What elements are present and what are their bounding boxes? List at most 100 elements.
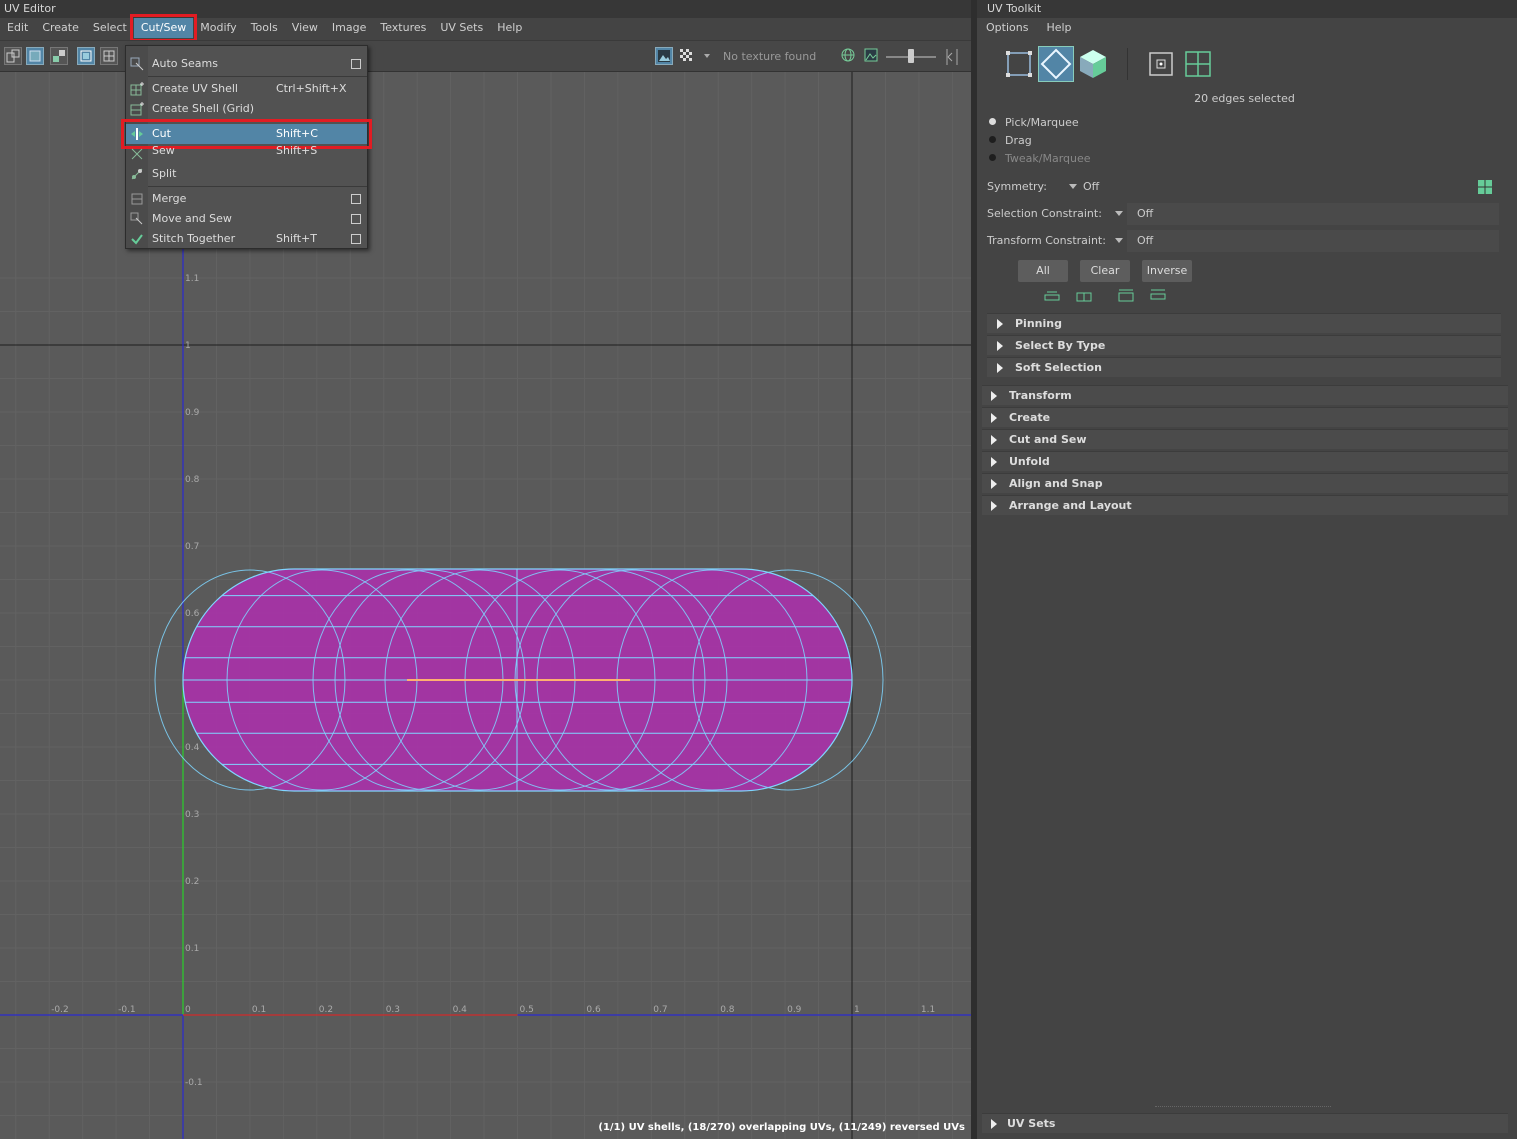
menu-tools[interactable]: Tools: [244, 18, 285, 38]
shrink-selection-icon[interactable]: [1076, 289, 1092, 303]
clear-button[interactable]: Clear: [1080, 260, 1130, 282]
radio-icon: [989, 136, 996, 143]
expand-toolbar-icon[interactable]: [944, 47, 960, 70]
section-select-by-type[interactable]: Select By Type: [987, 335, 1501, 355]
expand-arrow-icon: [997, 363, 1003, 373]
selection-constraint-label: Selection Constraint:: [987, 207, 1102, 220]
exposure-icon[interactable]: [863, 47, 881, 65]
section-arrange-and-layout[interactable]: Arrange and Layout: [982, 495, 1508, 515]
u-tick-label: 0.6: [586, 1005, 601, 1015]
selection-count: 20 edges selected: [1194, 92, 1295, 105]
menu-item-auto-seams[interactable]: Auto Seams: [126, 54, 367, 74]
menu-item-create-uv-shell[interactable]: Create UV Shell Ctrl+Shift+X: [126, 79, 367, 99]
transform-constraint-value[interactable]: Off: [1127, 230, 1499, 252]
brightness-slider-handle[interactable]: [908, 49, 914, 63]
section-align-and-snap[interactable]: Align and Snap: [982, 473, 1508, 493]
v-tick-label: 0.1: [185, 944, 199, 954]
wireframe-icon[interactable]: [100, 47, 118, 65]
move-and-sew-icon: [130, 212, 143, 225]
v-tick-label: 1.1: [185, 274, 199, 284]
section-label: Select By Type: [1015, 339, 1106, 352]
mode-pick-marquee[interactable]: Pick/Marquee: [989, 115, 1079, 131]
selection-constraint-dropdown-icon[interactable]: [1115, 211, 1123, 216]
section-label: Arrange and Layout: [1009, 499, 1132, 512]
globe-icon[interactable]: [840, 47, 858, 65]
face-mode-icon[interactable]: [1075, 46, 1111, 82]
select-all-button[interactable]: All: [1018, 260, 1068, 282]
texture-dropdown-arrow-icon[interactable]: [704, 54, 710, 58]
menu-options[interactable]: Options: [977, 18, 1037, 38]
radio-icon: [989, 154, 996, 161]
u-tick-label: 0: [185, 1005, 191, 1015]
select-loop-icon[interactable]: [1118, 289, 1134, 303]
image-display-icon[interactable]: [50, 47, 68, 65]
selection-constraint-row: Selection Constraint: Off: [987, 203, 1499, 225]
menu-help[interactable]: Help: [490, 18, 529, 38]
select-ring-icon[interactable]: [1150, 289, 1166, 303]
uv-mode-icon[interactable]: [1180, 46, 1216, 82]
section-soft-selection[interactable]: Soft Selection: [987, 357, 1501, 377]
menu-item-label: Auto Seams: [152, 57, 218, 70]
expand-arrow-icon: [997, 341, 1003, 351]
grow-selection-icon[interactable]: [1044, 289, 1060, 303]
auto-seams-icon: [130, 57, 144, 71]
mode-tweak-marquee[interactable]: Tweak/Marquee: [989, 151, 1091, 167]
symmetry-dropdown-icon[interactable]: [1069, 184, 1077, 189]
menu-modify[interactable]: Modify: [193, 18, 243, 38]
auto-seams-options-box[interactable]: [351, 59, 361, 69]
menu-item-cut[interactable]: Cut Shift+C: [121, 119, 372, 149]
u-tick-label: 0.8: [720, 1005, 735, 1015]
menu-separator: [148, 76, 367, 77]
u-tick-label: 1: [854, 1005, 860, 1015]
uv-layout-icon[interactable]: [4, 47, 22, 65]
move-and-sew-options-box[interactable]: [351, 214, 361, 224]
menu-item-create-shell-grid[interactable]: Create Shell (Grid): [126, 99, 367, 119]
menu-create[interactable]: Create: [35, 18, 86, 38]
inverse-button[interactable]: Inverse: [1142, 260, 1192, 282]
stitch-together-icon: [131, 234, 143, 245]
selection-constraint-value[interactable]: Off: [1127, 203, 1499, 225]
menu-image[interactable]: Image: [325, 18, 373, 38]
u-tick-label: -0.2: [51, 1005, 69, 1015]
uv-shell-mode-icon[interactable]: [1143, 46, 1179, 82]
menu-item-split[interactable]: Split: [126, 164, 367, 184]
menu-view[interactable]: View: [285, 18, 325, 38]
resize-grip[interactable]: [1155, 1106, 1331, 1107]
stitch-together-options-box[interactable]: [351, 234, 361, 244]
menu-cut-sew[interactable]: Cut/Sew: [129, 14, 198, 42]
section-uv-sets[interactable]: UV Sets: [982, 1113, 1508, 1133]
vertex-mode-icon[interactable]: [1001, 46, 1037, 82]
menu-item-move-and-sew[interactable]: Move and Sew: [126, 209, 367, 229]
menu-help-toolkit[interactable]: Help: [1037, 18, 1080, 38]
menu-item-sew[interactable]: Sew Shift+S: [126, 144, 367, 160]
display-image-icon[interactable]: [655, 47, 673, 65]
section-pinning[interactable]: Pinning: [987, 313, 1501, 333]
transform-constraint-dropdown-icon[interactable]: [1115, 238, 1123, 243]
grid-snap-icon[interactable]: [26, 47, 44, 65]
shaded-uv-icon[interactable]: [77, 47, 95, 65]
symmetry-value[interactable]: Off: [1083, 176, 1099, 198]
menu-uv-sets[interactable]: UV Sets: [433, 18, 490, 38]
section-transform[interactable]: Transform: [982, 385, 1508, 405]
menu-select[interactable]: Select: [86, 18, 134, 38]
section-cut-and-sew[interactable]: Cut and Sew: [982, 429, 1508, 449]
uv-toolkit-menubar: Options Help: [977, 18, 1081, 38]
section-label: Soft Selection: [1015, 361, 1102, 374]
expand-arrow-icon: [991, 479, 997, 489]
section-label: UV Sets: [1007, 1117, 1056, 1130]
menu-item-stitch-together[interactable]: Stitch Together Shift+T: [126, 229, 367, 249]
u-tick-label: 0.9: [787, 1005, 802, 1015]
menu-item-merge[interactable]: Merge: [126, 189, 367, 209]
edge-mode-icon[interactable]: [1038, 46, 1074, 82]
section-create[interactable]: Create: [982, 407, 1508, 427]
checker-icon[interactable]: [678, 47, 696, 65]
u-tick-label: 0.7: [653, 1005, 667, 1015]
menu-edit[interactable]: Edit: [0, 18, 35, 38]
mode-drag[interactable]: Drag: [989, 133, 1032, 149]
merge-options-box[interactable]: [351, 194, 361, 204]
menu-textures[interactable]: Textures: [373, 18, 433, 38]
split-icon: [131, 168, 143, 180]
symmetry-row: Symmetry: Off: [987, 176, 1499, 198]
section-unfold[interactable]: Unfold: [982, 451, 1508, 471]
symmetry-axis-icon[interactable]: [1477, 179, 1493, 195]
